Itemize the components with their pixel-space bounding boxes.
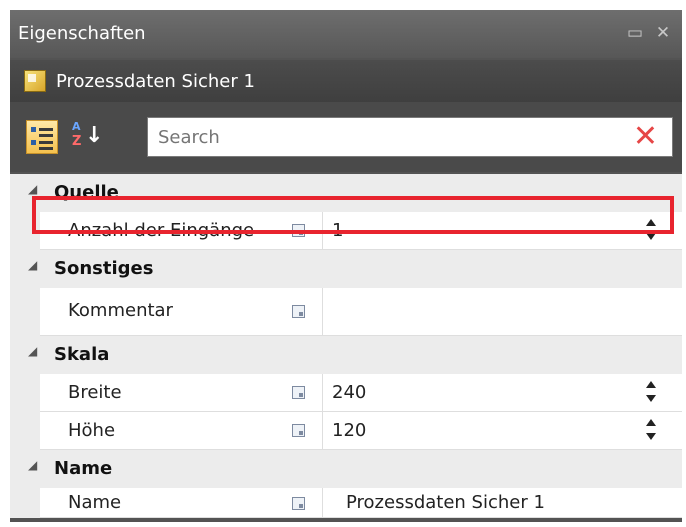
process-data-icon bbox=[24, 70, 46, 92]
property-row-breite[interactable]: Breite 240 bbox=[10, 374, 682, 412]
property-editor-icon[interactable] bbox=[292, 224, 305, 237]
value-spinner[interactable] bbox=[644, 416, 658, 446]
property-editor-icon[interactable] bbox=[292, 386, 305, 399]
search-input[interactable] bbox=[152, 118, 624, 156]
spin-down-icon[interactable] bbox=[646, 233, 656, 240]
spin-up-icon[interactable] bbox=[646, 419, 656, 426]
properties-panel: Eigenschaften ▭ ✕ Prozessdaten Sicher 1 … bbox=[10, 10, 682, 522]
clear-search-icon[interactable]: ✕ bbox=[633, 121, 658, 153]
property-name: Name bbox=[68, 492, 122, 513]
property-grid: ◢ Quelle Anzahl der Eingänge 1 ◢ Sonstig… bbox=[10, 174, 682, 518]
collapse-triangle-icon[interactable]: ◢ bbox=[28, 344, 37, 358]
property-editor-icon[interactable] bbox=[292, 497, 305, 510]
property-row-kommentar[interactable]: Kommentar bbox=[10, 288, 682, 336]
collapse-triangle-icon[interactable]: ◢ bbox=[28, 258, 37, 272]
category-label: Sonstiges bbox=[54, 258, 154, 279]
category-sonstiges[interactable]: ◢ Sonstiges bbox=[10, 250, 682, 288]
property-name: Anzahl der Eingänge bbox=[68, 220, 255, 241]
property-name: Breite bbox=[68, 382, 122, 403]
restore-icon[interactable]: ▭ bbox=[624, 22, 646, 44]
property-editor-icon[interactable] bbox=[292, 305, 305, 318]
property-value[interactable]: 1 bbox=[332, 220, 343, 241]
property-name: Kommentar bbox=[68, 300, 173, 321]
value-spinner[interactable] bbox=[644, 378, 658, 408]
property-name: Höhe bbox=[68, 420, 116, 441]
category-quelle[interactable]: ◢ Quelle bbox=[10, 174, 682, 212]
search-box: ✕ bbox=[147, 117, 673, 157]
property-editor-icon[interactable] bbox=[292, 424, 305, 437]
sort-alphabetical-button[interactable]: A Z ↓ bbox=[70, 120, 103, 154]
property-row-name[interactable]: Name Prozessdaten Sicher 1 bbox=[10, 488, 682, 518]
property-row-anzahl-der-eingaenge[interactable]: Anzahl der Eingänge 1 bbox=[10, 212, 682, 250]
category-skala[interactable]: ◢ Skala bbox=[10, 336, 682, 374]
properties-toolbar: A Z ↓ ✕ bbox=[10, 102, 682, 172]
property-value[interactable]: 120 bbox=[332, 420, 366, 441]
selected-object-header: Prozessdaten Sicher 1 bbox=[10, 60, 682, 102]
spin-up-icon[interactable] bbox=[646, 219, 656, 226]
collapse-triangle-icon[interactable]: ◢ bbox=[28, 458, 37, 472]
spin-up-icon[interactable] bbox=[646, 381, 656, 388]
panel-title-bar[interactable]: Eigenschaften ▭ ✕ bbox=[10, 10, 682, 58]
spin-down-icon[interactable] bbox=[646, 433, 656, 440]
selected-object-name: Prozessdaten Sicher 1 bbox=[56, 71, 255, 92]
property-row-hoehe[interactable]: Höhe 120 bbox=[10, 412, 682, 450]
property-value[interactable]: Prozessdaten Sicher 1 bbox=[346, 492, 545, 513]
panel-title: Eigenschaften bbox=[18, 23, 146, 44]
category-name[interactable]: ◢ Name bbox=[10, 450, 682, 488]
spin-down-icon[interactable] bbox=[646, 395, 656, 402]
property-value[interactable]: 240 bbox=[332, 382, 366, 403]
category-label: Skala bbox=[54, 344, 110, 365]
value-spinner[interactable] bbox=[644, 216, 658, 246]
category-label: Name bbox=[54, 458, 113, 479]
category-label: Quelle bbox=[54, 182, 119, 203]
close-icon[interactable]: ✕ bbox=[652, 22, 674, 44]
categorized-view-button[interactable] bbox=[26, 120, 58, 154]
collapse-triangle-icon[interactable]: ◢ bbox=[28, 182, 37, 196]
